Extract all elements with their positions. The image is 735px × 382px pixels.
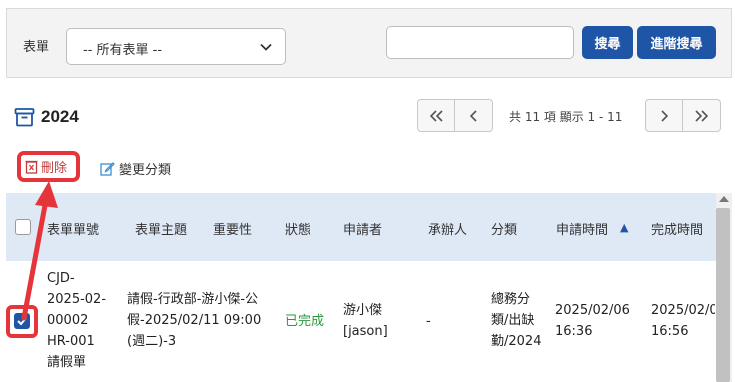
category-cell: 總務分 類/出缺 勤/2024 — [491, 289, 541, 352]
form-filter-label: 表單 — [23, 40, 50, 55]
category-line: 總務分 — [491, 292, 531, 307]
double-chevron-right-icon — [694, 109, 708, 122]
subject-cell[interactable]: 請假-行政部-游小傑-公 假-2025/02/11 09:00 (週二)-3 — [127, 289, 261, 352]
pagination-info: 共 11 項 顯示 1 - 11 — [509, 110, 623, 124]
pagination-prev — [417, 99, 493, 132]
row-checkbox[interactable] — [14, 313, 30, 329]
done-time: 16:56 — [651, 324, 689, 339]
form-no-line: 00002 — [47, 313, 89, 328]
prev-page-button[interactable] — [455, 99, 493, 132]
col-header-priority[interactable]: 重要性 — [213, 219, 252, 238]
apply-time: 16:36 — [555, 324, 593, 339]
change-category-label: 變更分類 — [119, 163, 172, 178]
category-line: 勤/2024 — [491, 334, 542, 349]
apply-date: 2025/02/06 — [555, 303, 630, 318]
next-page-button[interactable] — [645, 99, 683, 132]
change-category-button[interactable]: 變更分類 — [100, 159, 171, 178]
form-no-cell[interactable]: CJD- 2025-02- 00002 HR-001 請假單 — [47, 268, 106, 373]
search-input[interactable] — [386, 26, 574, 59]
col-header-subject[interactable]: 表單主題 — [135, 219, 187, 238]
edit-icon — [100, 162, 115, 176]
col-header-category[interactable]: 分類 — [491, 219, 517, 238]
done-date: 2025/02/0 — [651, 303, 715, 318]
chevron-right-icon — [661, 109, 669, 122]
done-time-cell: 2025/02/0 16:56 — [651, 300, 715, 342]
trash-icon — [25, 160, 38, 174]
form-no-line: 2025-02- — [47, 292, 107, 307]
subject-line: 請假-行政部-游小傑-公 — [127, 292, 259, 307]
applicant-name: 游小傑 — [343, 303, 383, 318]
archive-box-icon — [14, 108, 35, 127]
status-cell: 已完成 — [285, 314, 325, 329]
col-header-apply-time[interactable]: 申請時間 — [556, 219, 608, 238]
col-header-handler[interactable]: 承辦人 — [428, 219, 467, 238]
delete-button[interactable]: 刪除 — [17, 151, 80, 182]
advanced-search-button[interactable]: 進階搜尋 — [637, 26, 716, 59]
first-page-button[interactable] — [417, 99, 455, 132]
subject-line: (週二)-3 — [127, 334, 177, 349]
double-chevron-left-icon — [429, 109, 443, 122]
folder-title: 2024 — [41, 107, 79, 126]
select-all-checkbox[interactable] — [15, 219, 31, 235]
form-code: HR-001 — [47, 334, 95, 349]
applicant-cell: 游小傑 [jason] — [343, 300, 388, 342]
handler-cell: - — [426, 314, 431, 329]
applicant-account: [jason] — [343, 324, 388, 339]
form-no-line: CJD- — [47, 271, 75, 286]
apply-time-cell: 2025/02/06 16:36 — [555, 300, 630, 342]
chevron-left-icon — [469, 109, 477, 122]
col-header-form-no[interactable]: 表單單號 — [47, 219, 99, 238]
search-button[interactable]: 搜尋 — [582, 26, 633, 59]
scroll-up-arrow-icon[interactable] — [719, 196, 729, 202]
form-select-value: -- 所有表單 -- — [83, 43, 163, 58]
check-icon — [17, 317, 27, 326]
sort-asc-icon: ▲ — [620, 221, 629, 234]
form-select[interactable]: -- 所有表單 -- — [66, 28, 286, 65]
pagination-next — [645, 99, 721, 132]
col-header-applicant[interactable]: 申請者 — [343, 219, 382, 238]
scrollbar-thumb[interactable] — [716, 208, 730, 382]
col-header-done-time[interactable]: 完成時間 — [651, 219, 703, 238]
delete-label: 刪除 — [41, 161, 68, 176]
form-name: 請假單 — [47, 355, 87, 370]
last-page-button[interactable] — [683, 99, 721, 132]
col-header-status[interactable]: 狀態 — [285, 219, 311, 238]
subject-line: 假-2025/02/11 09:00 — [127, 313, 262, 328]
chevron-down-icon — [260, 43, 272, 51]
category-line: 類/出缺 — [491, 313, 535, 328]
